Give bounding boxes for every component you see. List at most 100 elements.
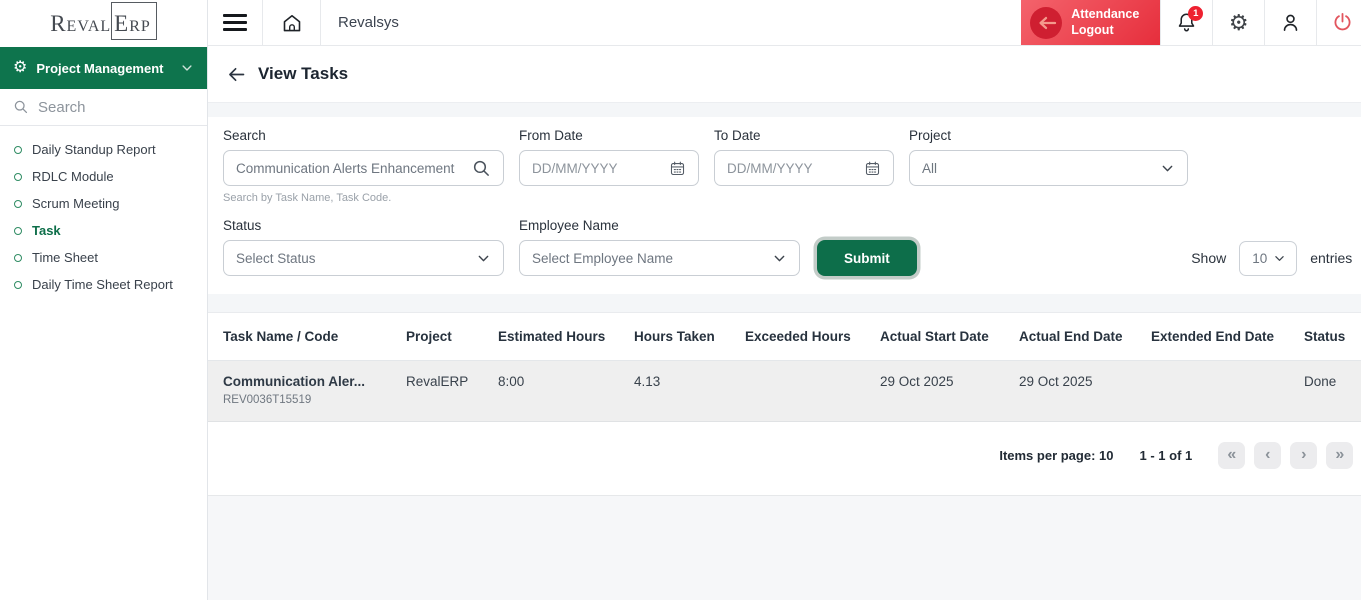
content-background (208, 495, 1361, 600)
hamburger-icon (223, 14, 247, 31)
status-select[interactable]: Select Status (223, 240, 504, 276)
sidebar-item-scrum-meeting[interactable]: Scrum Meeting (0, 190, 207, 217)
topbar: Revalsys Attendance Logout (208, 0, 1361, 46)
search-input[interactable] (236, 161, 472, 176)
cell-estimated-hours: 8:00 (498, 374, 634, 389)
person-icon (1279, 11, 1302, 34)
search-icon[interactable] (472, 159, 491, 178)
settings-button[interactable]: ⚙ (1212, 0, 1264, 45)
bullet-icon (14, 146, 22, 154)
sidebar-menu: Daily Standup Report RDLC Module Scrum M… (0, 126, 207, 308)
notifications-button[interactable]: 1 (1160, 0, 1212, 45)
employee-name-select[interactable]: Select Employee Name (519, 240, 800, 276)
filter-panel: Search Search by Task Name, Task Code. F… (208, 117, 1361, 294)
profile-button[interactable] (1264, 0, 1316, 45)
project-selected-value: All (922, 161, 1160, 176)
to-date-filter: To Date (714, 128, 894, 186)
logo-row: RevalErp (0, 0, 207, 47)
status-filter: Status Select Status (223, 218, 504, 276)
from-date-label: From Date (519, 128, 699, 143)
page-size-value: 10 (1252, 251, 1267, 266)
column-header-project: Project (406, 329, 498, 344)
logout-power-button[interactable] (1316, 0, 1361, 45)
from-date-input[interactable] (532, 161, 669, 176)
pagination-first-button[interactable]: « (1218, 442, 1245, 469)
column-header-actual-end-date: Actual End Date (1019, 329, 1151, 344)
search-helper-text: Search by Task Name, Task Code. (223, 192, 504, 204)
bullet-icon (14, 254, 22, 262)
sidebar-search-input[interactable] (38, 99, 168, 116)
items-per-page-label: Items per page: 10 (999, 448, 1113, 463)
status-label: Status (223, 218, 504, 233)
tasks-table: Task Name / Code Project Estimated Hours… (208, 312, 1361, 495)
app-name: Revalsys (321, 0, 399, 45)
back-button[interactable] (226, 64, 247, 85)
power-icon (1331, 11, 1354, 34)
from-date-field (519, 150, 699, 186)
bullet-icon (14, 227, 22, 235)
attendance-logout-button[interactable]: Attendance Logout (1021, 0, 1160, 45)
pagination-range: 1 - 1 of 1 (1140, 448, 1193, 463)
section-divider (208, 294, 1361, 312)
pagination-buttons: « ‹ › » (1218, 442, 1353, 469)
sidebar-item-daily-time-sheet-report[interactable]: Daily Time Sheet Report (0, 271, 207, 298)
bullet-icon (14, 200, 22, 208)
section-divider (208, 103, 1361, 117)
notification-badge: 1 (1188, 6, 1203, 21)
from-date-filter: From Date (519, 128, 699, 186)
pagination-last-button[interactable]: » (1326, 442, 1353, 469)
module-label: Project Management (36, 61, 171, 76)
search-filter: Search Search by Task Name, Task Code. (223, 128, 504, 204)
module-selector[interactable]: ⚙ Project Management (0, 47, 207, 89)
home-button[interactable] (263, 0, 321, 45)
status-selected-value: Select Status (236, 251, 476, 266)
cell-project: RevalERP (406, 374, 498, 389)
attendance-logout-label: Attendance Logout (1071, 7, 1139, 38)
employee-name-label: Employee Name (519, 218, 800, 233)
to-date-label: To Date (714, 128, 894, 143)
task-name: Communication Aler... (223, 374, 398, 389)
back-arrow-icon (226, 64, 247, 85)
column-header-hours-taken: Hours Taken (634, 329, 745, 344)
chevron-down-icon (772, 251, 787, 266)
chevron-right-icon: › (1301, 446, 1306, 464)
column-header-extended-end-date: Extended End Date (1151, 329, 1304, 344)
table-row[interactable]: Communication Aler... REV0036T15519 Reva… (208, 361, 1361, 422)
column-header-task-name-code: Task Name / Code (223, 329, 406, 344)
search-field (223, 150, 504, 186)
to-date-input[interactable] (727, 161, 864, 176)
brand-logo-reval: Reval (50, 11, 111, 36)
cell-status: Done (1304, 374, 1353, 389)
chevron-down-icon (1160, 161, 1175, 176)
filter-row-1: Search Search by Task Name, Task Code. F… (223, 128, 1353, 204)
employee-selected-value: Select Employee Name (532, 251, 772, 266)
sidebar-item-task[interactable]: Task (0, 217, 207, 244)
entries-label: entries (1310, 250, 1352, 266)
table-header-row: Task Name / Code Project Estimated Hours… (208, 313, 1361, 361)
menu-toggle-button[interactable] (208, 0, 263, 45)
bullet-icon (14, 173, 22, 181)
pagination-next-button[interactable]: › (1290, 442, 1317, 469)
double-chevron-left-icon: « (1227, 446, 1236, 464)
chevron-down-icon (476, 251, 491, 266)
show-entries-control: Show 10 entries (1191, 240, 1353, 276)
page-title: View Tasks (258, 64, 348, 84)
cell-hours-taken: 4.13 (634, 374, 745, 389)
pagination-previous-button[interactable]: ‹ (1254, 442, 1281, 469)
double-chevron-right-icon: » (1335, 446, 1344, 464)
page-size-select[interactable]: 10 (1239, 241, 1297, 276)
sidebar-item-daily-standup-report[interactable]: Daily Standup Report (0, 136, 207, 163)
sidebar-item-time-sheet[interactable]: Time Sheet (0, 244, 207, 271)
search-label: Search (223, 128, 504, 143)
brand-logo: RevalErp (50, 11, 157, 37)
sidebar-item-rdlc-module[interactable]: RDLC Module (0, 163, 207, 190)
submit-button[interactable]: Submit (817, 240, 917, 276)
cell-task-name-code: Communication Aler... REV0036T15519 (223, 374, 406, 406)
project-select[interactable]: All (909, 150, 1188, 186)
show-label: Show (1191, 250, 1226, 266)
sidebar: RevalErp ⚙ Project Management Daily Stan… (0, 0, 208, 600)
project-label: Project (909, 128, 1188, 143)
calendar-icon[interactable] (864, 160, 881, 177)
task-code: REV0036T15519 (223, 394, 398, 406)
calendar-icon[interactable] (669, 160, 686, 177)
